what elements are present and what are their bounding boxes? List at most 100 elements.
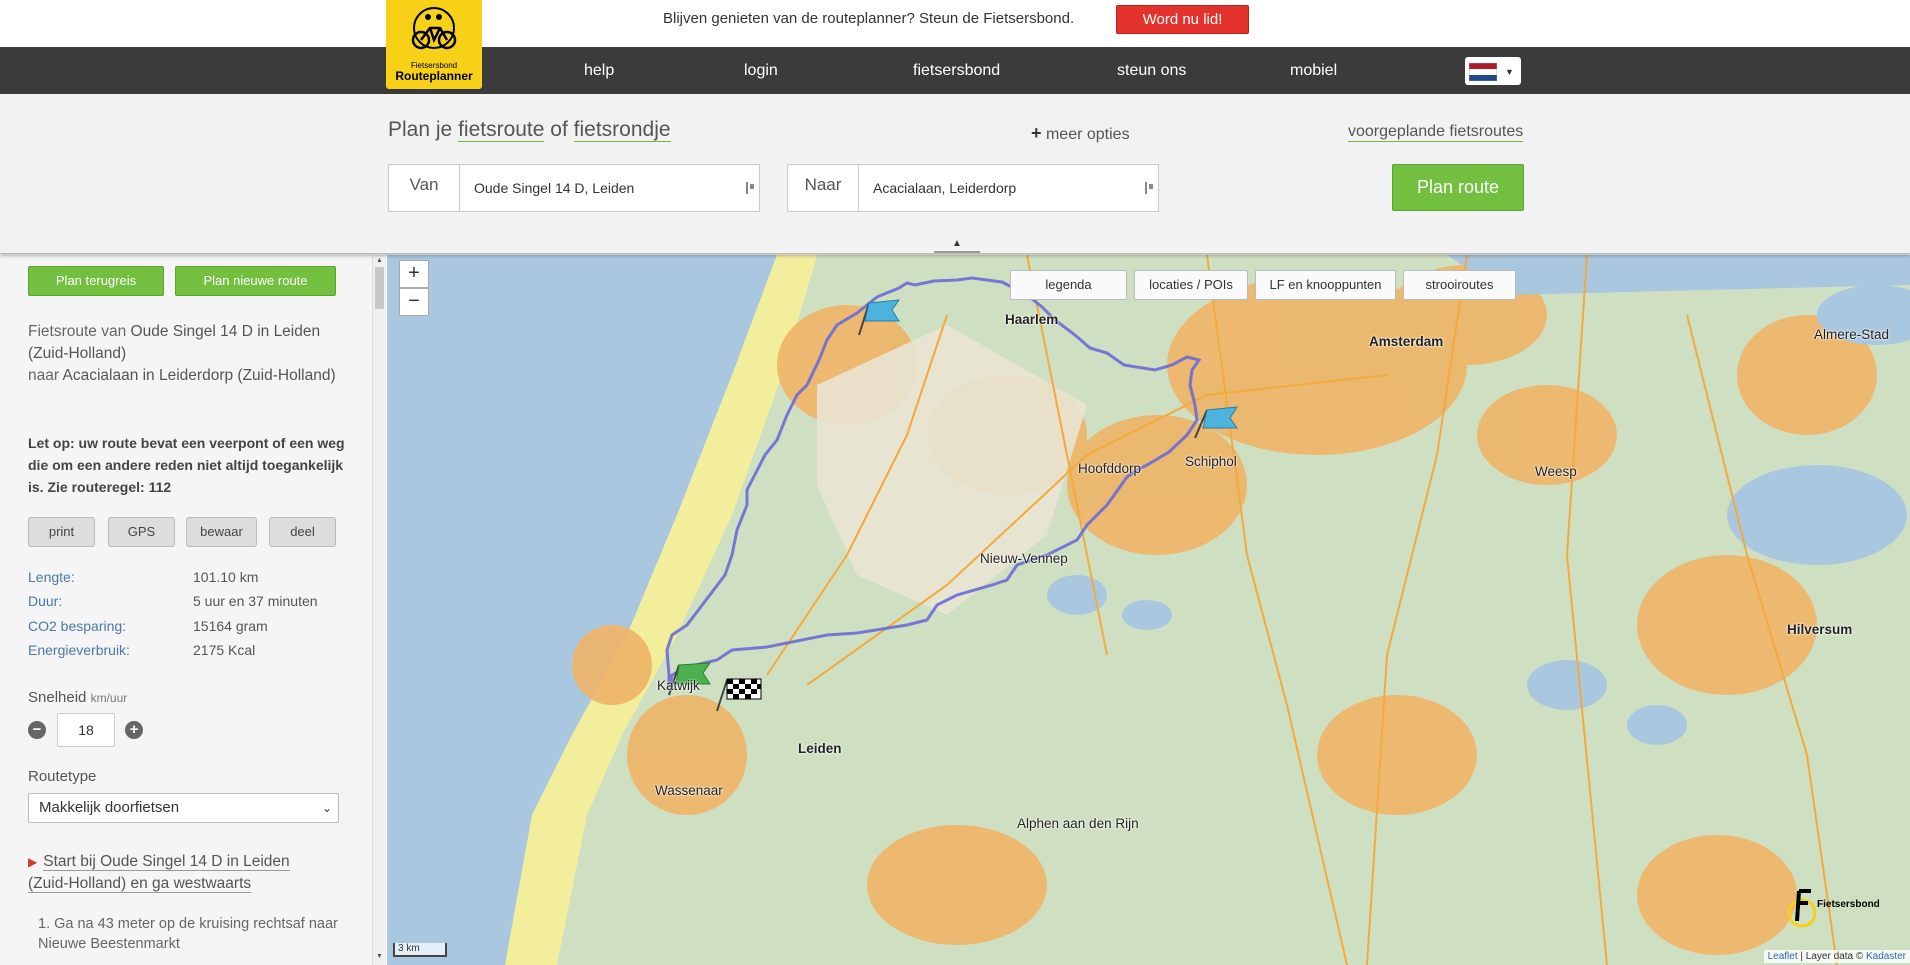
more-options-label: meer opties [1045,126,1130,143]
flag-marker-finish [716,678,762,712]
nav-fietsersbond[interactable]: fietsersbond [913,62,1000,80]
map-pin-icon[interactable] [745,181,755,195]
title-mid: of [550,118,568,141]
length-value: 101.10 km [193,569,259,585]
planner-title: Plan je fietsroute of fietsrondje [388,118,671,142]
place-wassenaar: Wassenaar [655,783,723,798]
route-step: 1. Ga na 43 meter op de kruising rechtsa… [38,916,338,952]
speed-unit: km/uur [90,691,128,705]
routetype-select[interactable]: Makkelijk doorfietsen ⌄ [28,793,339,823]
duration-label: Duur: [28,593,63,609]
speed-decrease-button[interactable]: − [28,721,46,739]
length-label: Lengte: [28,569,75,585]
share-button[interactable]: deel [269,517,336,547]
start-instruction-text: Start bij Oude Singel 14 D in Leiden (Zu… [28,853,290,893]
place-almere: Almere-Stad [1814,327,1890,342]
co2-label: CO2 besparing: [28,618,127,634]
speed-increase-button[interactable]: + [125,721,143,739]
title-prefix: Plan je [388,118,453,141]
kadaster-link[interactable]: Kadaster [1866,951,1906,962]
to-field[interactable]: Naar Acacialaan, Leiderdorp [787,164,1159,212]
chevron-down-icon: ⌄ [321,801,332,815]
fietsroute-link[interactable]: fietsroute [458,118,545,142]
print-button[interactable]: print [28,517,95,547]
place-katwijk: Katwijk [657,678,700,693]
legend-button[interactable]: legenda [1010,270,1127,300]
tandem-bike-icon [411,7,457,50]
map-tiles [387,255,1910,965]
map-scale: 3 km [393,943,447,957]
fietsersbond-f-icon [1787,889,1817,928]
top-banner: Fietsersbond Routeplanner Blijven geniet… [0,0,1910,89]
chevron-down-icon: ▼ [1505,67,1514,77]
route-description: Fietsroute van Oude Singel 14 D in Leide… [28,321,348,387]
plan-new-route-button[interactable]: Plan nieuwe route [175,266,336,296]
sidebar-scrollbar[interactable]: ▲ ▼ [372,255,386,965]
map-attribution: Leaflet | Layer data © Kadaster [1763,950,1910,963]
logo-line2: Routeplanner [395,69,473,83]
place-alphen: Alphen aan den Rijn [1017,816,1139,831]
route-sidebar: Plan terugreis Plan nieuwe route Fietsro… [0,255,386,965]
map-pin-icon[interactable] [1144,181,1154,195]
energy-value: 2175 Kcal [193,642,256,658]
co2-value: 15164 gram [193,618,268,634]
place-hilversum: Hilversum [1787,622,1853,637]
plan-route-button[interactable]: Plan route [1392,164,1524,211]
preset-routes-link[interactable]: voorgeplande fietsroutes [1348,123,1524,142]
routetype-value: Makkelijk doorfietsen [39,799,180,816]
to-input[interactable]: Acacialaan, Leiderdorp [873,165,1016,211]
duration-value: 5 uur en 37 minuten [193,593,318,609]
fietsrondje-link[interactable]: fietsrondje [573,118,671,142]
ferry-warning: Let op: uw route bevat een veerpont of e… [28,435,345,495]
nl-flag-icon [1469,63,1497,81]
zoom-out-button[interactable]: − [399,288,429,316]
attribution-text: | Layer data © [1800,951,1864,962]
main-nav: help login fietsersbond steun ons mobiel… [0,47,1910,94]
place-leiden: Leiden [798,741,842,756]
zoom-in-button[interactable]: + [399,260,429,288]
scrollbar-thumb[interactable] [375,267,384,309]
promo-text: Blijven genieten van de routeplanner? St… [663,10,1075,27]
locations-pois-button[interactable]: locaties / POIs [1134,270,1248,300]
desc-mid: naar [28,367,60,384]
join-button[interactable]: Word nu lid! [1116,5,1249,34]
more-options-toggle[interactable]: + meer opties [1031,123,1130,144]
gps-button[interactable]: GPS [108,517,175,547]
fietsersbond-watermark: Fietsersbond [1787,885,1880,934]
expand-triangle-icon: ▶ [28,855,38,869]
save-button[interactable]: bewaar [186,517,257,547]
plan-return-button[interactable]: Plan terugreis [28,266,164,296]
place-schiphol: Schiphol [1185,454,1237,469]
nav-login[interactable]: login [744,62,778,80]
from-input[interactable]: Oude Singel 14 D, Leiden [474,165,634,211]
fietsersbond-logo[interactable]: Fietsersbond Routeplanner [386,0,482,89]
to-label: Naar [788,165,859,211]
from-label: Van [389,165,460,211]
place-hoofddorp: Hoofddorp [1078,461,1142,476]
plus-icon: + [1031,123,1042,143]
leaflet-link[interactable]: Leaflet [1768,951,1798,962]
routetype-label: Routetype [28,768,97,785]
nav-steun-ons[interactable]: steun ons [1117,62,1186,80]
place-weesp: Weesp [1535,464,1577,479]
speed-label-text: Snelheid [28,689,87,706]
start-instruction[interactable]: ▶ Start bij Oude Singel 14 D in Leiden (Z… [28,851,328,895]
strooiroutes-button[interactable]: strooiroutes [1403,270,1516,300]
from-field[interactable]: Van Oude Singel 14 D, Leiden [388,164,760,212]
route-map[interactable]: + − legenda locaties / POIs LF en knoopp… [387,255,1910,965]
place-haarlem: Haarlem [1005,312,1059,327]
watermark-text: Fietsersbond [1817,899,1880,910]
desc-prefix: Fietsroute van [28,323,127,340]
speed-label: Snelheid km/uur [28,689,127,706]
place-amsterdam: Amsterdam [1369,334,1444,349]
lf-nodes-button[interactable]: LF en knooppunten [1255,270,1396,300]
scroll-down-icon[interactable]: ▼ [376,953,383,960]
desc-to: Acacialaan in Leiderdorp (Zuid-Holland) [62,367,336,384]
speed-input[interactable]: 18 [57,713,115,747]
language-select[interactable]: ▼ [1465,57,1521,85]
place-nieuw-vennep: Nieuw-Vennep [980,551,1068,566]
collapse-panel-icon[interactable]: ▲ [934,238,980,253]
nav-help[interactable]: help [584,62,614,80]
scroll-up-icon[interactable]: ▲ [376,257,383,264]
nav-mobiel[interactable]: mobiel [1290,62,1337,80]
